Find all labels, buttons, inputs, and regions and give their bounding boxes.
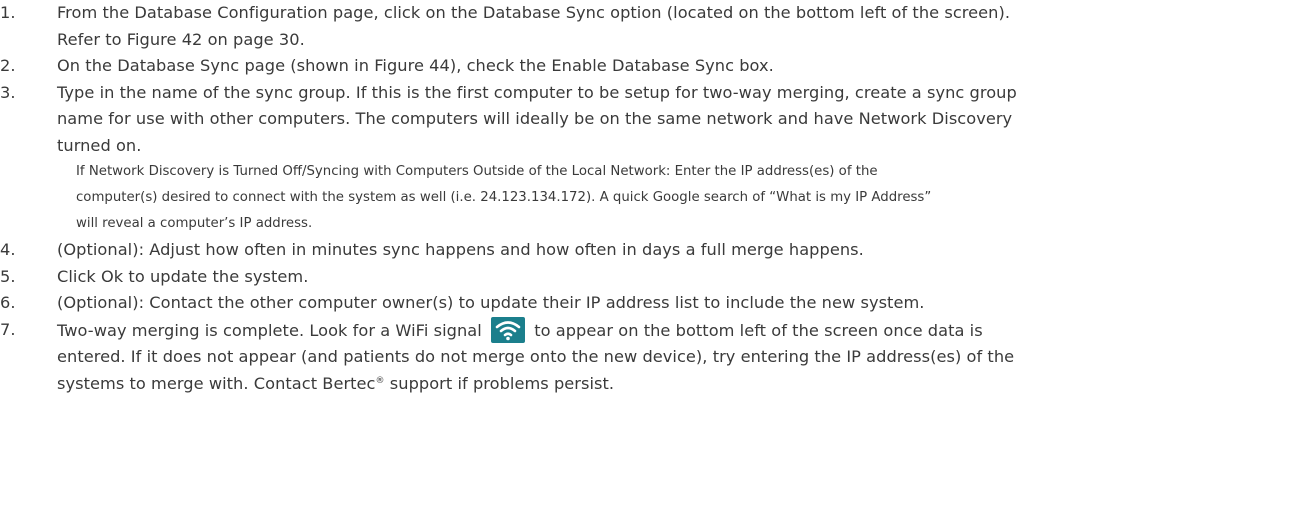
- step-text: support if problems persist.: [384, 373, 615, 393]
- step-text: systems to merge with. Contact Bertec: [57, 373, 376, 393]
- step-3: 3. Type in the name of the sync group. I…: [0, 80, 1297, 160]
- step-6: 6. (Optional): Contact the other compute…: [0, 290, 1297, 317]
- step-text: Refer to Figure 42 on page 30.: [57, 29, 305, 49]
- step-text: Click Ok to update the system.: [57, 266, 309, 286]
- step-text: entered. If it does not appear (and pati…: [57, 347, 1015, 366]
- step-text-line-3: systems to merge with. Contact Bertec® s…: [57, 371, 1297, 398]
- registered-mark: ®: [375, 375, 385, 386]
- step-text: turned on.: [57, 135, 142, 155]
- step-number: 5.: [0, 266, 16, 286]
- step-number: 6.: [0, 293, 16, 312]
- instruction-document: 1. From the Database Configuration page,…: [0, 0, 1297, 397]
- step-text: Type in the name of the sync group. If t…: [57, 82, 1017, 102]
- step-text: to appear on the bottom left of the scre…: [534, 320, 983, 340]
- note-text: computer(s) desired to connect with the …: [76, 190, 932, 205]
- step-text-line-1: Two-way merging is complete. Look for a …: [57, 316, 1297, 345]
- step-text: (Optional): Contact the other computer o…: [57, 293, 925, 312]
- step-2: 2. On the Database Sync page (shown in F…: [0, 53, 1297, 80]
- step-4: 4. (Optional): Adjust how often in minut…: [0, 237, 1297, 264]
- network-discovery-note: If Network Discovery is Turned Off/Synci…: [0, 159, 1297, 237]
- step-text: On the Database Sync page (shown in Figu…: [57, 56, 774, 75]
- step-text: Two-way merging is complete. Look for a …: [57, 320, 482, 340]
- wifi-icon: [491, 316, 525, 343]
- step-5: 5. Click Ok to update the system.: [0, 264, 1297, 291]
- step-text: (Optional): Adjust how often in minutes …: [57, 240, 864, 259]
- step-7: 7. Two-way merging is complete. Look for…: [0, 316, 1297, 398]
- note-text: If Network Discovery is Turned Off/Synci…: [76, 164, 878, 179]
- step-number: 2.: [0, 56, 16, 75]
- step-1: 1. From the Database Configuration page,…: [0, 0, 1297, 53]
- step-number: 1.: [0, 3, 16, 22]
- step-number: 7.: [0, 319, 16, 339]
- step-number: 3.: [0, 82, 16, 102]
- step-text: name for use with other computers. The c…: [57, 109, 1013, 128]
- note-text: will reveal a computer’s IP address.: [76, 216, 313, 231]
- step-number: 4.: [0, 240, 16, 259]
- step-text: From the Database Configuration page, cl…: [57, 3, 1011, 22]
